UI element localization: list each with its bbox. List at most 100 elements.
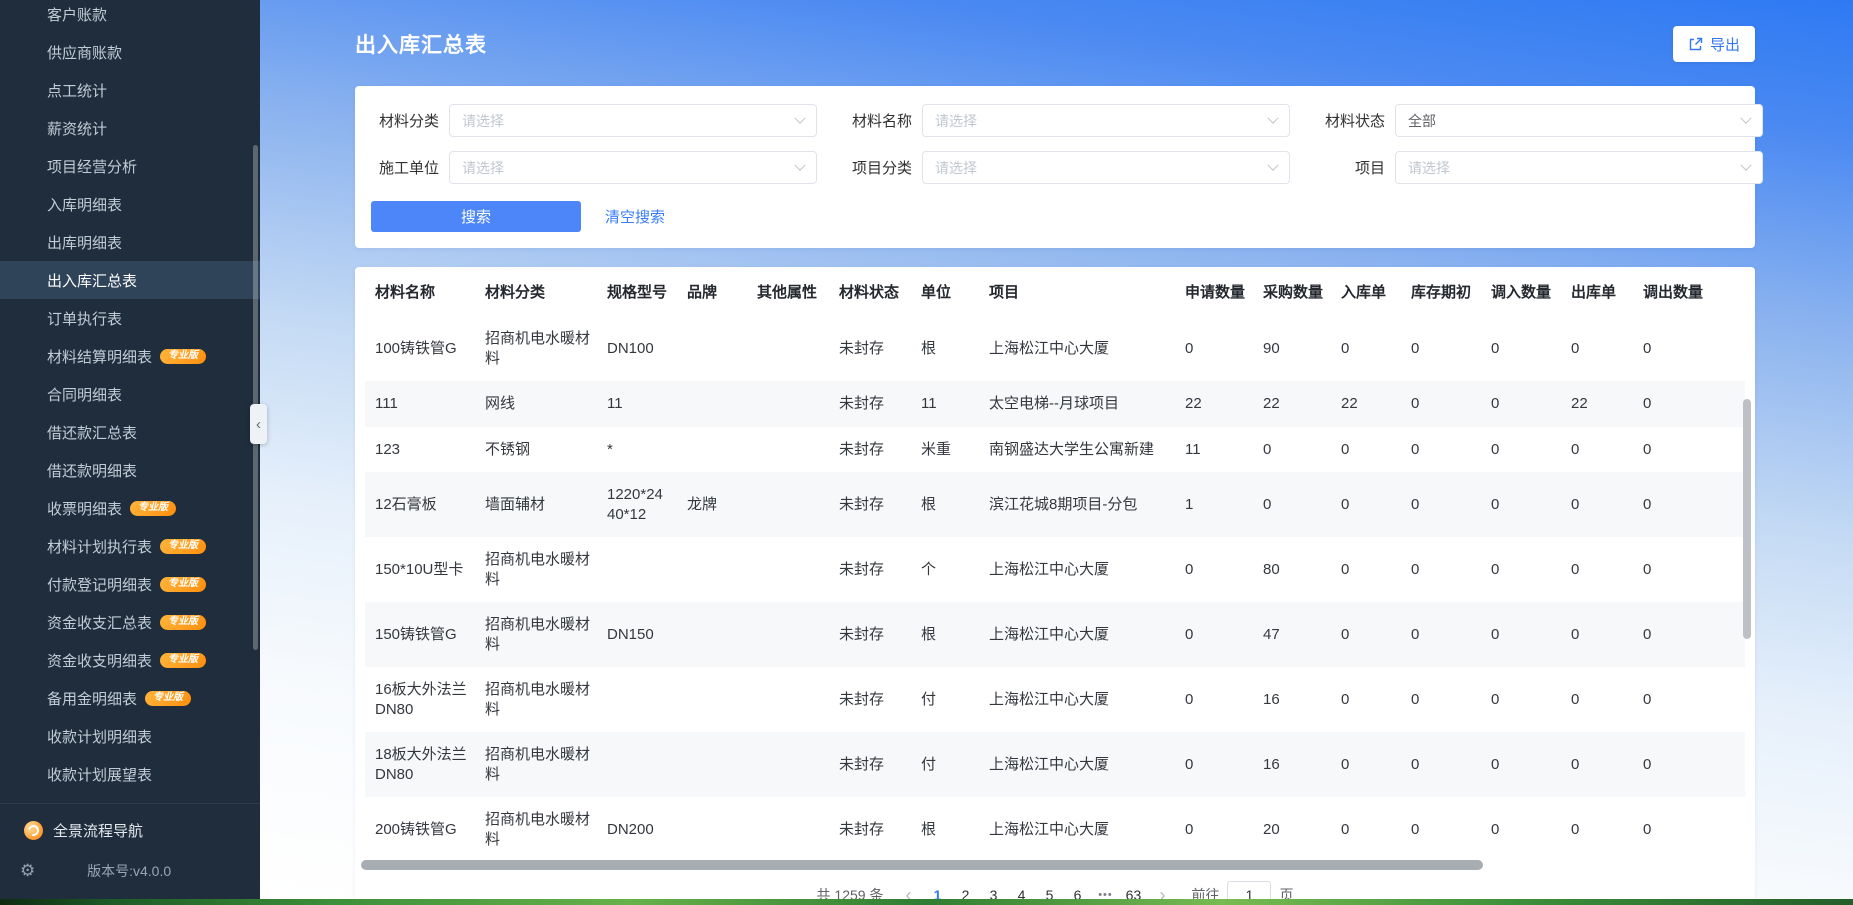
column-header[interactable]: 调出数量 [1635, 267, 1745, 316]
page-button[interactable]: 4 [1007, 881, 1035, 899]
sidebar-item[interactable]: 收款计划展望表 [0, 755, 260, 793]
table-row[interactable]: 150*10U型卡招商机电水暖材料未封存个上海松江中心大厦08000000 [365, 537, 1745, 602]
sidebar-item[interactable]: 供应商账款 [0, 33, 260, 71]
export-button[interactable]: 导出 [1673, 26, 1755, 62]
column-header[interactable]: 项目 [981, 267, 1177, 316]
table-row[interactable]: 200铸铁管G招商机电水暖材料DN200未封存根上海松江中心大厦02000000 [365, 797, 1745, 859]
table-cell: 0 [1403, 732, 1483, 797]
table-cell: 0 [1483, 472, 1563, 537]
sidebar-menu: 客户账款供应商账款点工统计薪资统计项目经营分析入库明细表出库明细表出入库汇总表订… [0, 0, 260, 803]
column-header[interactable]: 材料分类 [477, 267, 599, 316]
filter-select[interactable]: 请选择 [922, 104, 1290, 137]
table-cell: 0 [1333, 797, 1403, 859]
table-row[interactable]: 150铸铁管G招商机电水暖材料DN150未封存根上海松江中心大厦04700000 [365, 602, 1745, 667]
sidebar-item-label: 客户账款 [47, 4, 107, 25]
table-cell: 0 [1333, 602, 1403, 667]
column-header[interactable]: 规格型号 [599, 267, 679, 316]
table-cell: 0 [1255, 427, 1333, 473]
page-jump-input[interactable] [1227, 881, 1271, 899]
sidebar-item[interactable]: 薪资统计 [0, 109, 260, 147]
filter-panel: 材料分类请选择材料名称请选择材料状态全部 施工单位请选择项目分类请选择项目请选择… [355, 86, 1755, 248]
table-row[interactable]: 12石膏板墙面辅材1220*2440*12龙牌未封存根滨江花城8期项目-分包10… [365, 472, 1745, 537]
page-button[interactable]: 6 [1063, 881, 1091, 899]
table-cell [749, 667, 831, 732]
table-cell [749, 427, 831, 473]
page-ellipsis[interactable]: ••• [1091, 881, 1119, 899]
gear-icon[interactable]: ⚙ [20, 861, 35, 881]
sidebar-item[interactable]: 收款计划明细表 [0, 717, 260, 755]
table-cell: 0 [1635, 602, 1745, 667]
sidebar-item[interactable]: 付款登记明细表专业版 [0, 565, 260, 603]
table-cell: 招商机电水暖材料 [477, 797, 599, 859]
sidebar-item[interactable]: 客户账款 [0, 0, 260, 33]
search-button[interactable]: 搜索 [371, 201, 581, 232]
table-row[interactable]: 18板大外法兰DN80招商机电水暖材料未封存付上海松江中心大厦01600000 [365, 732, 1745, 797]
prev-page-button[interactable]: ‹ [897, 886, 919, 899]
page-button[interactable]: 2 [951, 881, 979, 899]
column-header[interactable]: 入库单 [1333, 267, 1403, 316]
table-cell: 根 [913, 316, 981, 381]
filter-select[interactable]: 请选择 [449, 104, 817, 137]
filter-select[interactable]: 请选择 [1395, 151, 1763, 184]
table-cell: 100铸铁管G [365, 316, 477, 381]
sidebar-item[interactable]: 借还款汇总表 [0, 413, 260, 451]
sidebar-collapse-handle[interactable]: ‹ [250, 404, 267, 444]
clear-search-link[interactable]: 清空搜索 [605, 206, 665, 227]
horizontal-scrollbar-track [355, 859, 1755, 872]
sidebar-item[interactable]: 项目经营分析 [0, 147, 260, 185]
vertical-scrollbar[interactable] [1743, 399, 1751, 639]
table-body: 100铸铁管G招商机电水暖材料DN100未封存根上海松江中心大厦09000000… [365, 316, 1745, 859]
sidebar-item[interactable]: 收票明细表专业版 [0, 489, 260, 527]
column-header[interactable]: 出库单 [1563, 267, 1635, 316]
sidebar-scrollbar[interactable] [253, 145, 258, 650]
sidebar-item-active[interactable]: 出入库汇总表 [0, 261, 260, 299]
table-row[interactable]: 16板大外法兰DN80招商机电水暖材料未封存付上海松江中心大厦01600000 [365, 667, 1745, 732]
column-header[interactable]: 其他属性 [749, 267, 831, 316]
table-row[interactable]: 123不锈钢*未封存米重南钢盛达大学生公寓新建11000000 [365, 427, 1745, 473]
sidebar-item[interactable]: 备用金明细表专业版 [0, 679, 260, 717]
table-cell: 0 [1333, 472, 1403, 537]
sidebar-item[interactable]: 材料计划执行表专业版 [0, 527, 260, 565]
sidebar-item[interactable]: 出库明细表 [0, 223, 260, 261]
sidebar-item-label: 订单执行表 [47, 308, 122, 329]
filter-select[interactable]: 请选择 [449, 151, 817, 184]
sidebar-item[interactable]: 资金收支汇总表专业版 [0, 603, 260, 641]
table-cell: 未封存 [831, 427, 913, 473]
column-header[interactable]: 品牌 [679, 267, 749, 316]
next-page-button[interactable]: › [1151, 886, 1173, 899]
table-cell: 太空电梯--月球项目 [981, 381, 1177, 427]
page-button[interactable]: 5 [1035, 881, 1063, 899]
filter-select[interactable]: 全部 [1395, 104, 1763, 137]
process-nav-item[interactable]: 全景流程导航 [0, 820, 260, 841]
table-row[interactable]: 100铸铁管G招商机电水暖材料DN100未封存根上海松江中心大厦09000000 [365, 316, 1745, 381]
page-jump: 前往 页 [1191, 881, 1293, 899]
column-header[interactable]: 单位 [913, 267, 981, 316]
sidebar-item[interactable]: 订单执行表 [0, 299, 260, 337]
sidebar-item[interactable]: 点工统计 [0, 71, 260, 109]
sidebar-item[interactable]: 入库明细表 [0, 185, 260, 223]
page-button[interactable]: 3 [979, 881, 1007, 899]
filter-select[interactable]: 请选择 [922, 151, 1290, 184]
horizontal-scrollbar[interactable] [361, 860, 1483, 870]
column-header[interactable]: 采购数量 [1255, 267, 1333, 316]
table-cell: 0 [1483, 537, 1563, 602]
table-row[interactable]: 111网线11未封存11太空电梯--月球项目22222200220 [365, 381, 1745, 427]
sidebar-item[interactable]: 合同明细表 [0, 375, 260, 413]
column-header[interactable]: 材料状态 [831, 267, 913, 316]
sidebar-item-label: 出库明细表 [47, 232, 122, 253]
table-cell: 80 [1255, 537, 1333, 602]
column-header[interactable]: 申请数量 [1177, 267, 1255, 316]
filter-label: 材料状态 [1317, 110, 1385, 131]
sidebar-item[interactable]: 资金收支明细表专业版 [0, 641, 260, 679]
chevron-left-icon: ‹ [256, 416, 261, 433]
column-header[interactable]: 库存期初 [1403, 267, 1483, 316]
column-header[interactable]: 调入数量 [1483, 267, 1563, 316]
table-cell: 米重 [913, 427, 981, 473]
table-cell [679, 732, 749, 797]
column-header[interactable]: 材料名称 [365, 267, 477, 316]
sidebar-item[interactable]: 借还款明细表 [0, 451, 260, 489]
table-cell: 12石膏板 [365, 472, 477, 537]
page-button[interactable]: 1 [923, 881, 951, 899]
page-button[interactable]: 63 [1119, 881, 1147, 899]
sidebar-item[interactable]: 材料结算明细表专业版 [0, 337, 260, 375]
